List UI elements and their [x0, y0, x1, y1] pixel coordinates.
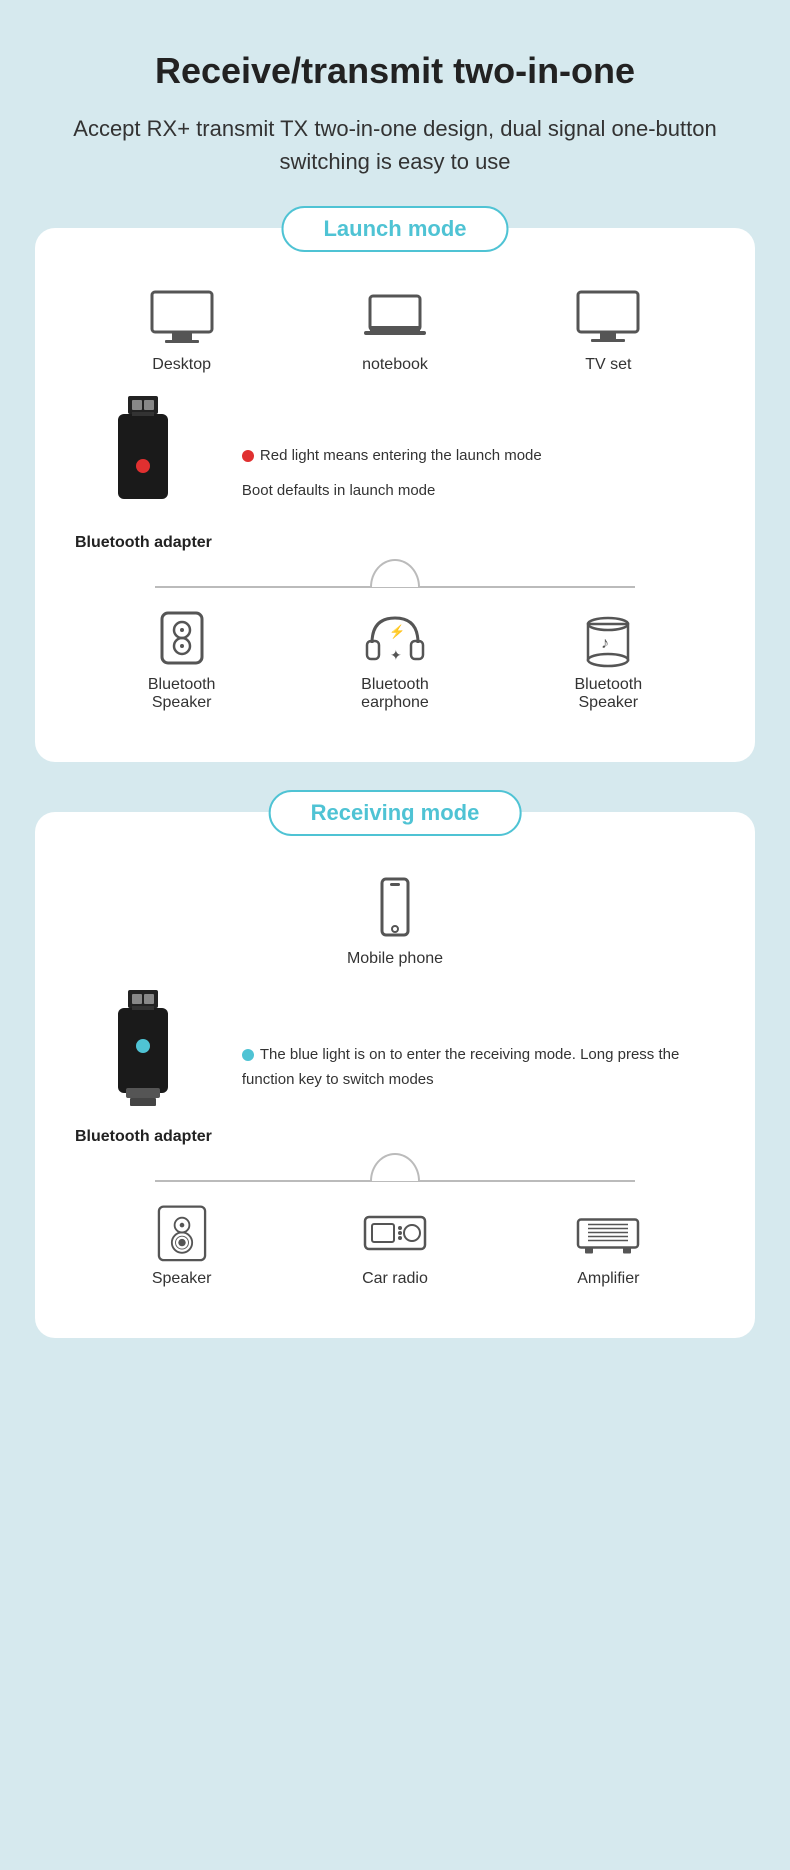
- receiving-top-devices-row: Mobile phone: [75, 872, 715, 968]
- notebook-icon: [360, 288, 430, 348]
- desktop-label: Desktop: [152, 356, 211, 374]
- bt-speaker-1-label: BluetoothSpeaker: [148, 676, 216, 712]
- receiving-divider-line: [155, 1180, 635, 1182]
- desktop-icon: [147, 288, 217, 348]
- car-radio-icon: [360, 1202, 430, 1262]
- phone-icon: [360, 872, 430, 942]
- tv-icon: [573, 288, 643, 348]
- receiving-adapter-area: Bluetooth adapter: [75, 988, 212, 1146]
- red-dot-icon: [242, 450, 254, 462]
- launch-device-bt-earphone: ✦ ⚡ Bluetoothearphone: [360, 608, 430, 712]
- bt-earphone-icon: ✦ ⚡: [360, 608, 430, 668]
- speaker-icon: [147, 1202, 217, 1262]
- car-radio-label: Car radio: [362, 1270, 428, 1288]
- svg-text:✦: ✦: [390, 647, 402, 663]
- launch-device-desktop: Desktop: [147, 288, 217, 374]
- tv-label: TV set: [585, 356, 631, 374]
- bt-speaker-1-icon: [147, 608, 217, 668]
- receiving-info-line1: The blue light is on to enter the receiv…: [242, 1046, 679, 1089]
- receiving-bottom-devices-row: Speaker Car radio: [75, 1202, 715, 1288]
- receiving-middle: Bluetooth adapter The blue light is on t…: [75, 988, 715, 1146]
- blue-dot-icon: [242, 1049, 254, 1061]
- receiving-mode-section: Receiving mode Mobile phone: [35, 812, 755, 1338]
- speaker-label: Speaker: [152, 1270, 212, 1288]
- launch-divider-line: [155, 586, 635, 588]
- svg-text:♪: ♪: [601, 635, 609, 652]
- launch-arch: [370, 559, 420, 587]
- amplifier-icon: [573, 1202, 643, 1262]
- phone-label: Mobile phone: [347, 950, 443, 968]
- svg-text:⚡: ⚡: [389, 624, 405, 640]
- receiving-device-phone: Mobile phone: [347, 872, 443, 968]
- receiving-mode-label: Receiving mode: [269, 790, 522, 836]
- launch-info-line1: Red light means entering the launch mode: [260, 447, 542, 464]
- launch-divider: [75, 572, 715, 588]
- launch-top-devices-row: Desktop notebook TV set: [75, 288, 715, 374]
- bt-earphone-label: Bluetoothearphone: [361, 676, 429, 712]
- receiving-info-box: The blue light is on to enter the receiv…: [242, 1042, 715, 1093]
- launch-bottom-devices-row: BluetoothSpeaker ✦ ⚡ Bluetoothearphone: [75, 608, 715, 712]
- bt-speaker-2-icon: ♪: [573, 608, 643, 668]
- bt-speaker-2-label: BluetoothSpeaker: [575, 676, 643, 712]
- launch-adapter-label: Bluetooth adapter: [75, 534, 212, 552]
- receiving-adapter-svg: [98, 988, 188, 1118]
- subtitle: Accept RX+ transmit TX two-in-one design…: [40, 112, 750, 178]
- launch-device-bt-speaker-1: BluetoothSpeaker: [147, 608, 217, 712]
- main-title: Receive/transmit two-in-one: [155, 50, 635, 92]
- receiving-device-car-radio: Car radio: [360, 1202, 430, 1288]
- receiving-divider: [75, 1166, 715, 1182]
- launch-device-tv: TV set: [573, 288, 643, 374]
- launch-adapter-area: Bluetooth adapter: [75, 394, 212, 552]
- launch-device-bt-speaker-2: ♪ BluetoothSpeaker: [573, 608, 643, 712]
- receiving-arch: [370, 1153, 420, 1181]
- receiving-adapter-label: Bluetooth adapter: [75, 1128, 212, 1146]
- launch-device-notebook: notebook: [360, 288, 430, 374]
- notebook-label: notebook: [362, 356, 428, 374]
- launch-info-box: Red light means entering the launch mode…: [242, 443, 715, 504]
- receiving-device-speaker: Speaker: [147, 1202, 217, 1288]
- launch-mode-section: Launch mode Desktop notebook: [35, 228, 755, 762]
- launch-adapter-svg: [98, 394, 188, 524]
- launch-middle: Bluetooth adapter Red light means enteri…: [75, 394, 715, 552]
- amplifier-label: Amplifier: [577, 1270, 639, 1288]
- launch-mode-label: Launch mode: [281, 206, 508, 252]
- launch-info-line2: Boot defaults in launch mode: [242, 478, 715, 504]
- receiving-device-amplifier: Amplifier: [573, 1202, 643, 1288]
